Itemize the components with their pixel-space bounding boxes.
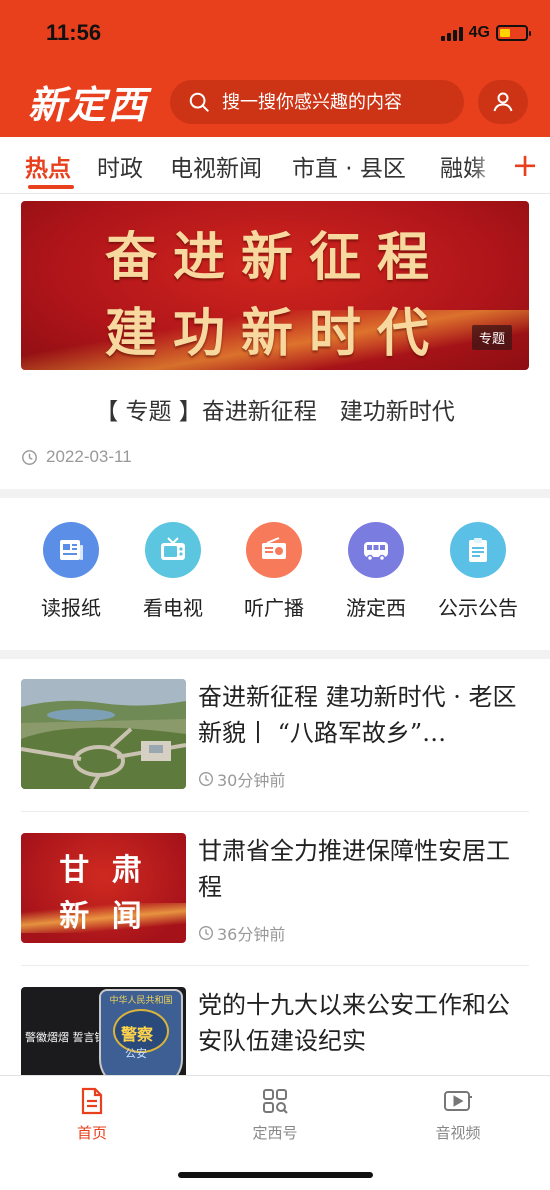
quick-radio[interactable]: 听广播 [224, 522, 324, 621]
quick-newspaper[interactable]: 读报纸 [21, 522, 121, 621]
list-item[interactable]: 甘 肃 新 闻 甘肃省全力推进保障性安居工程 36分钟前 [0, 833, 550, 965]
user-profile-button[interactable] [478, 80, 528, 124]
quick-tv[interactable]: 看电视 [123, 522, 223, 621]
user-icon [493, 92, 513, 112]
bus-icon [348, 522, 404, 578]
search-input[interactable] [222, 91, 452, 113]
plus-icon: + [511, 146, 539, 184]
video-play-icon [444, 1091, 472, 1111]
add-channel-button[interactable]: + [500, 137, 550, 193]
category-tabs: 热点 时政 电视新闻 市直 · 县区 融媒 + [0, 137, 550, 194]
list-item[interactable]: 奋进新征程 建功新时代 · 老区新貌丨 “八路军故乡”… 30分钟前 [0, 679, 550, 811]
clock-icon [199, 926, 213, 940]
news-time: 36分钟前 [198, 921, 285, 945]
grid-search-icon [263, 1089, 288, 1114]
tab-city-county[interactable]: 市直 · 县区 [292, 149, 406, 183]
feature-banner[interactable]: 奋进新征程 建功新时代 专题 [21, 201, 529, 370]
nav-dingxi-account[interactable]: 定西号 [215, 1086, 335, 1143]
radio-icon [246, 522, 302, 578]
news-title: 甘肃省全力推进保障性安居工程 [198, 837, 510, 901]
app-logo[interactable]: 新定西 [28, 74, 148, 129]
status-time: 11:56 [46, 20, 102, 45]
quick-access: 读报纸 看电视 听广播 游定西 公示公告 [0, 498, 550, 650]
search-icon [189, 92, 209, 112]
list-item[interactable]: 警徽熠熠 誓言铮铮 中华人民共和国 警察 公安 党的十九大以来公安工作和公安队伍… [0, 987, 550, 1075]
nav-audio-video[interactable]: 音视频 [398, 1086, 518, 1143]
clipboard-icon [450, 522, 506, 578]
clock-icon [22, 449, 37, 465]
search-bar[interactable] [170, 80, 464, 124]
document-icon [81, 1087, 103, 1115]
banner-line-2: 建功新时代 [104, 303, 445, 364]
clock-icon [199, 772, 213, 786]
battery-icon [496, 25, 531, 41]
network-type: 4G [468, 24, 490, 41]
quick-notice[interactable]: 公示公告 [428, 522, 528, 621]
signal-icon [440, 25, 463, 41]
tab-tv-news[interactable]: 电视新闻 [170, 149, 262, 183]
banner-line-1: 奋进新征程 [104, 227, 445, 288]
feature-title[interactable]: 【 专题 】奋进新征程 建功新时代 [0, 392, 550, 426]
newspaper-icon [43, 522, 99, 578]
app-header: 11:56 4G 新定西 [0, 0, 550, 137]
status-indicators: 4G [440, 24, 531, 42]
tab-hot[interactable]: 热点 [25, 149, 71, 183]
feature-date: 2022-03-11 [21, 447, 132, 467]
quick-travel[interactable]: 游定西 [326, 522, 426, 621]
news-thumbnail: 警徽熠熠 誓言铮铮 中华人民共和国 警察 公安 [21, 987, 186, 1075]
news-time: 30分钟前 [198, 767, 285, 791]
tab-politics[interactable]: 时政 [97, 149, 143, 183]
news-thumbnail: 甘 肃 新 闻 [21, 833, 186, 943]
home-indicator [178, 1172, 373, 1178]
tv-icon [145, 522, 201, 578]
topic-tag: 专题 [471, 325, 512, 350]
nav-home[interactable]: 首页 [32, 1086, 152, 1143]
active-tab-indicator [28, 185, 74, 189]
news-title: 奋进新征程 建功新时代 · 老区新貌丨 “八路军故乡”… [198, 683, 517, 747]
news-title: 党的十九大以来公安工作和公安队伍建设纪实 [198, 991, 510, 1055]
news-thumbnail [21, 679, 186, 789]
